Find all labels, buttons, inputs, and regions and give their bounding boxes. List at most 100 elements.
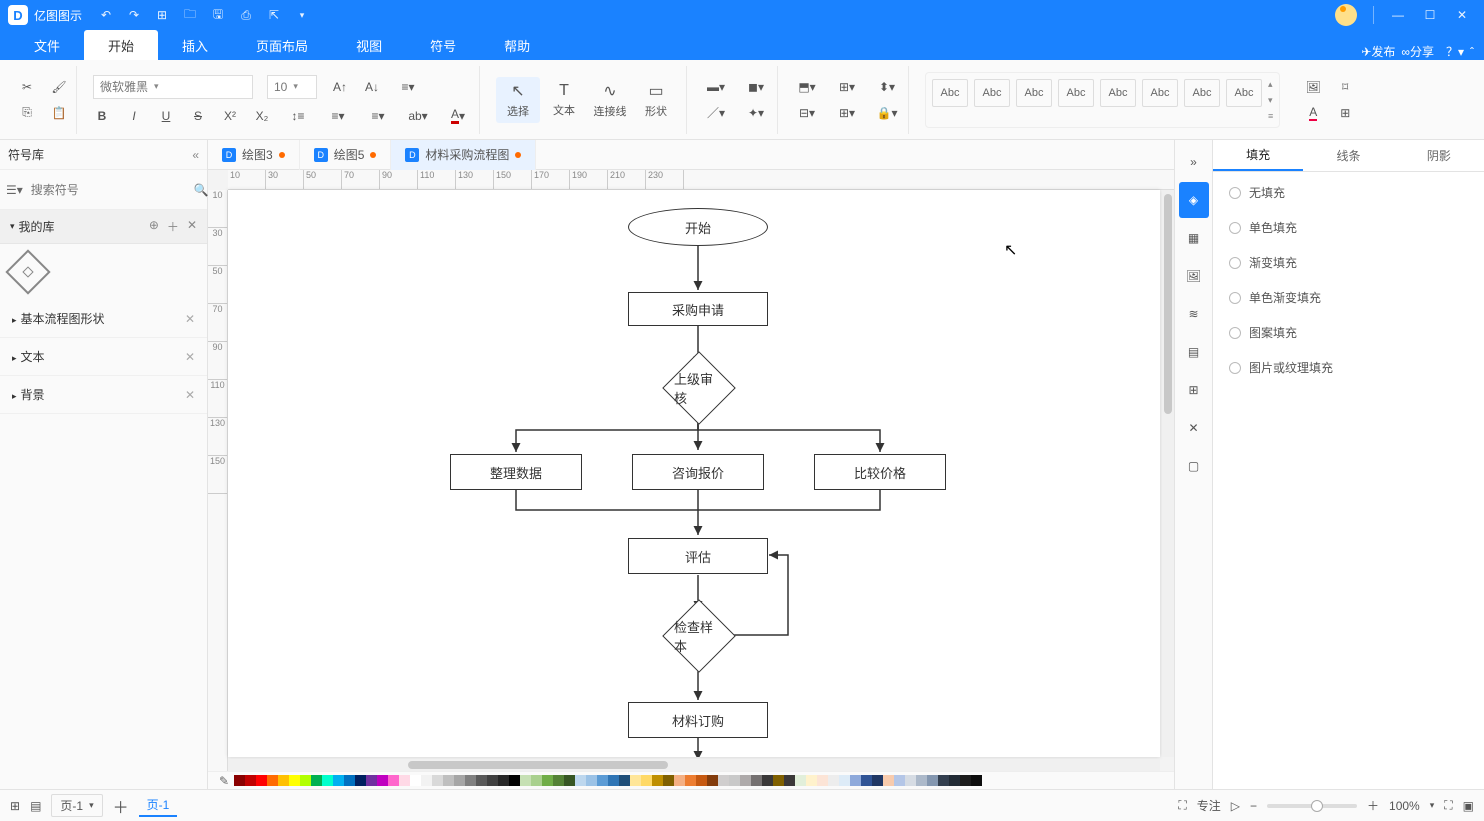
text-background-button[interactable]: ab▾: [405, 107, 431, 125]
close-button[interactable]: ✕: [1448, 1, 1476, 29]
menu-symbol[interactable]: 符号: [406, 30, 480, 60]
line-spacing-button[interactable]: ↕≡: [285, 107, 311, 125]
drawing-canvas[interactable]: 开始 采购申请 上级审核 整理数据 咨询报价 比较价格 评估 检查样本 材料订购…: [228, 190, 1160, 757]
menu-help[interactable]: 帮助: [480, 30, 554, 60]
color-swatch[interactable]: [883, 775, 894, 786]
align-objects-button[interactable]: ⊟▾: [794, 104, 820, 122]
user-avatar[interactable]: [1335, 4, 1357, 26]
style-preset-7[interactable]: Abc: [1184, 79, 1220, 107]
color-swatch[interactable]: [817, 775, 828, 786]
bring-front-button[interactable]: ⬒▾: [794, 78, 820, 96]
node-organize-data[interactable]: 整理数据: [450, 454, 582, 490]
color-swatch[interactable]: [751, 775, 762, 786]
export-button[interactable]: ⇱: [260, 1, 288, 29]
color-swatch[interactable]: [553, 775, 564, 786]
color-swatch[interactable]: [696, 775, 707, 786]
color-swatch[interactable]: [960, 775, 971, 786]
color-swatch[interactable]: [663, 775, 674, 786]
page-panel-button[interactable]: ▤: [1179, 334, 1209, 370]
fill-color-button[interactable]: ▬▾: [703, 78, 729, 96]
color-swatch[interactable]: [685, 775, 696, 786]
library-dropdown-icon[interactable]: ☰▾: [6, 183, 23, 197]
color-swatch[interactable]: [531, 775, 542, 786]
zoom-slider[interactable]: [1267, 804, 1357, 808]
node-supervisor-review[interactable]: 上级审核: [662, 351, 736, 425]
fill-option-pattern[interactable]: 图案填充: [1229, 324, 1468, 341]
color-swatch[interactable]: [443, 775, 454, 786]
my-library-label[interactable]: 我的库: [19, 218, 55, 235]
print-button[interactable]: ⎙: [232, 1, 260, 29]
style-preset-5[interactable]: Abc: [1100, 79, 1136, 107]
menu-start[interactable]: 开始: [84, 30, 158, 60]
color-swatch[interactable]: [674, 775, 685, 786]
shadow-tab[interactable]: 阴影: [1394, 140, 1484, 171]
color-swatch[interactable]: [597, 775, 608, 786]
collapse-left-panel-button[interactable]: «: [192, 148, 199, 162]
fill-option-picture[interactable]: 图片或纹理填充: [1229, 359, 1468, 376]
color-swatch[interactable]: [465, 775, 476, 786]
color-swatch[interactable]: [377, 775, 388, 786]
color-swatch[interactable]: [762, 775, 773, 786]
fill-option-mono-gradient[interactable]: 单色渐变填充: [1229, 289, 1468, 306]
copy-button[interactable]: ⎘: [18, 104, 36, 122]
remove-library-button[interactable]: ✕: [187, 218, 197, 235]
color-swatch[interactable]: [278, 775, 289, 786]
page-tab-1[interactable]: 页-1: [139, 794, 178, 817]
color-swatch[interactable]: [234, 775, 245, 786]
presentation-panel-button[interactable]: ▢: [1179, 448, 1209, 484]
transform-panel-button[interactable]: ✕: [1179, 410, 1209, 446]
size-button[interactable]: ⬍▾: [874, 78, 900, 96]
color-swatch[interactable]: [300, 775, 311, 786]
color-swatch[interactable]: [938, 775, 949, 786]
italic-button[interactable]: I: [125, 107, 143, 125]
picture-button[interactable]: 🖼: [1304, 78, 1322, 96]
group-button[interactable]: ⊞▾: [834, 78, 860, 96]
share-button[interactable]: ∞分享: [1401, 43, 1434, 60]
maximize-button[interactable]: ☐: [1416, 1, 1444, 29]
node-check-sample[interactable]: 检查样本: [662, 599, 736, 673]
more-qat-button[interactable]: ▾: [288, 1, 316, 29]
arrange-panel-button[interactable]: ⊞: [1179, 372, 1209, 408]
zoom-out-button[interactable]: −: [1250, 799, 1257, 813]
more-tools-button[interactable]: ⊞: [1336, 104, 1354, 122]
style-gallery[interactable]: Abc Abc Abc Abc Abc Abc Abc Abc ▴ ▾ ≡: [925, 72, 1280, 128]
new-button[interactable]: ⊞: [148, 1, 176, 29]
color-swatch[interactable]: [267, 775, 278, 786]
paste-button[interactable]: 📋: [50, 104, 68, 122]
color-swatch[interactable]: [608, 775, 619, 786]
line-color-button[interactable]: ／▾: [703, 104, 729, 122]
color-swatch[interactable]: [894, 775, 905, 786]
node-inquiry-quote[interactable]: 咨询报价: [632, 454, 764, 490]
focus-mode-button[interactable]: 专注: [1197, 797, 1221, 814]
horizontal-scrollbar[interactable]: [228, 759, 1160, 771]
color-swatch[interactable]: [344, 775, 355, 786]
node-purchase-request[interactable]: 采购申请: [628, 292, 768, 326]
color-swatch[interactable]: [619, 775, 630, 786]
style-preset-6[interactable]: Abc: [1142, 79, 1178, 107]
fit-view-button[interactable]: ⛶: [1178, 798, 1186, 813]
color-swatch[interactable]: [927, 775, 938, 786]
subscript-button[interactable]: X₂: [253, 107, 271, 125]
page-selector[interactable]: 页-1▾: [51, 794, 102, 817]
expand-right-panel-button[interactable]: »: [1179, 144, 1209, 180]
theme-panel-button[interactable]: ▦: [1179, 220, 1209, 256]
add-library-button[interactable]: ＋: [167, 218, 179, 235]
shadow-button[interactable]: ◼▾: [743, 78, 769, 96]
color-swatch[interactable]: [729, 775, 740, 786]
color-swatch[interactable]: [850, 775, 861, 786]
help-dropdown[interactable]: ？▾: [1446, 43, 1464, 60]
search-icon[interactable]: 🔍: [194, 183, 209, 197]
image-panel-button[interactable]: 🖼: [1179, 258, 1209, 294]
superscript-button[interactable]: X²: [221, 107, 239, 125]
bullets-button[interactable]: ≡▾: [325, 107, 351, 125]
menu-view[interactable]: 视图: [332, 30, 406, 60]
search-symbol-input[interactable]: [27, 179, 190, 201]
minimize-button[interactable]: —: [1384, 1, 1412, 29]
color-swatch[interactable]: [333, 775, 344, 786]
strikethrough-button[interactable]: S: [189, 107, 207, 125]
undo-button[interactable]: ↶: [92, 1, 120, 29]
color-swatch[interactable]: [707, 775, 718, 786]
color-swatch[interactable]: [388, 775, 399, 786]
save-button[interactable]: 🖫: [204, 1, 232, 29]
underline-button[interactable]: U: [157, 107, 175, 125]
